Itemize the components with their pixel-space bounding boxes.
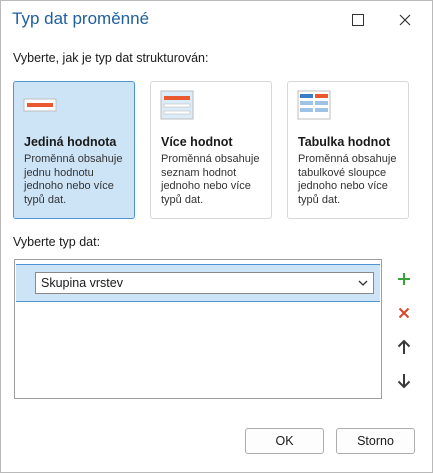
chevron-down-icon (358, 280, 368, 286)
datatype-list[interactable]: Skupina vrstev (14, 259, 382, 399)
datatype-prompt: Vyberte typ dat: (13, 235, 101, 249)
variable-data-type-dialog: Typ dat proměnné Vyberte, jak je typ dat… (0, 0, 433, 473)
add-button[interactable] (393, 268, 415, 290)
delete-icon (398, 307, 410, 319)
option-single-value[interactable]: Jediná hodnota Proměnná obsahuje jednu h… (13, 81, 135, 219)
option-description: Proměnná obsahuje tabulkové sloupce jedn… (298, 153, 397, 206)
multi-value-icon (160, 90, 194, 120)
value-table-icon (297, 90, 331, 120)
option-description: Proměnná obsahuje seznam hodnot jednoho … (161, 153, 260, 206)
plus-icon (398, 273, 410, 285)
single-value-icon (23, 98, 57, 112)
move-down-button[interactable] (393, 370, 415, 392)
option-label: Jediná hodnota (24, 135, 117, 149)
delete-button[interactable] (393, 302, 415, 324)
dialog-title: Typ dat proměnné (12, 9, 150, 28)
close-icon (399, 14, 411, 26)
cancel-button[interactable]: Storno (336, 428, 415, 454)
datatype-select[interactable]: Skupina vrstev (35, 272, 374, 294)
arrow-up-icon (397, 339, 411, 354)
maximize-button[interactable] (343, 7, 373, 33)
title-bar: Typ dat proměnné (1, 1, 432, 41)
option-multiple-values[interactable]: Více hodnot Proměnná obsahuje seznam hod… (150, 81, 272, 219)
list-item[interactable]: Skupina vrstev (16, 264, 380, 302)
option-value-table[interactable]: Tabulka hodnot Proměnná obsahuje tabulko… (287, 81, 409, 219)
arrow-down-icon (397, 374, 411, 389)
maximize-icon (352, 14, 364, 26)
close-button[interactable] (390, 7, 420, 33)
option-label: Více hodnot (161, 135, 233, 149)
datatype-select-value: Skupina vrstev (41, 276, 123, 290)
move-up-button[interactable] (393, 336, 415, 358)
option-description: Proměnná obsahuje jednu hodnotu jednoho … (24, 153, 123, 206)
structure-prompt: Vyberte, jak je typ dat strukturován: (13, 51, 209, 65)
option-label: Tabulka hodnot (298, 135, 391, 149)
ok-button[interactable]: OK (245, 428, 324, 454)
